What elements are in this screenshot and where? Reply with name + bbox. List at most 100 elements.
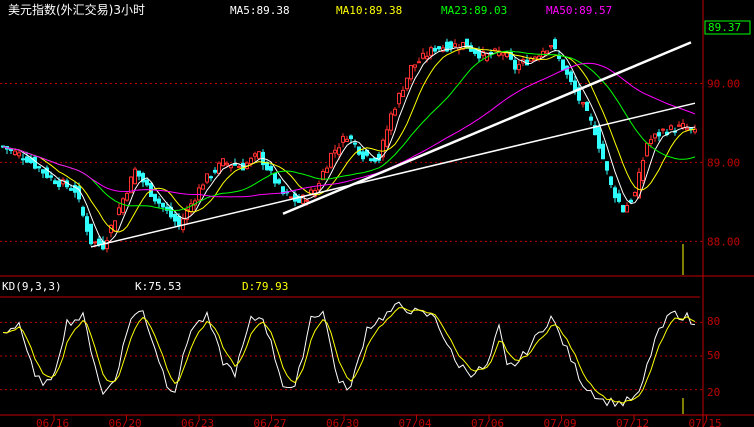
candle-body	[613, 187, 617, 199]
moving-averages	[2, 45, 696, 245]
candle-body	[649, 139, 653, 144]
candle-body	[157, 198, 161, 204]
candle-body	[289, 196, 293, 199]
candle-body	[49, 175, 53, 178]
candle-body	[177, 215, 181, 226]
candle-body	[37, 166, 41, 169]
candle-body	[421, 52, 425, 59]
ma5-line	[2, 45, 696, 245]
candle-body	[333, 149, 337, 154]
kd-k-line	[2, 301, 696, 408]
candle-body	[493, 48, 497, 51]
candle-body	[633, 192, 637, 197]
candle-body	[401, 89, 405, 98]
candle-body	[437, 46, 441, 50]
candle-body	[105, 240, 109, 250]
candle-body	[517, 64, 521, 71]
candle-body	[657, 132, 661, 137]
candle-body	[221, 158, 225, 167]
candle-body	[589, 116, 593, 121]
candle-body	[85, 216, 89, 232]
date-tick-label: 06/20	[109, 417, 142, 427]
candle-body	[341, 135, 345, 143]
ma23-readout: MA23:89.03	[441, 4, 507, 17]
chart-window: 美元指数(外汇交易)3小时 MA5:89.38 MA10:89.38 MA23:…	[0, 0, 754, 427]
date-tick-label: 06/16	[36, 417, 69, 427]
chart-canvas: 美元指数(外汇交易)3小时 MA5:89.38 MA10:89.38 MA23:…	[0, 0, 754, 427]
kd-tick-label: 20	[707, 386, 720, 399]
trendline	[282, 41, 692, 215]
candle-body	[393, 108, 397, 116]
candle-body	[53, 180, 57, 185]
price-tick-label: 90.00	[707, 77, 740, 90]
candle-body	[549, 45, 553, 48]
candle-body	[241, 162, 245, 171]
date-tick-label: 06/30	[326, 417, 359, 427]
candle-body	[325, 167, 329, 173]
candle-body	[329, 152, 333, 168]
candle-body	[265, 162, 269, 171]
candle-body	[573, 80, 577, 92]
candle-body	[681, 123, 685, 129]
candle-body	[145, 179, 149, 186]
candle-body	[253, 153, 257, 157]
kd-tick-label: 80	[707, 315, 720, 328]
candle-body	[409, 65, 413, 80]
candle-body	[133, 168, 137, 185]
date-tick-label: 07/15	[689, 417, 722, 427]
candle-body	[249, 157, 253, 164]
candle-body	[257, 151, 261, 159]
date-tick-label: 07/09	[544, 417, 577, 427]
candle-body	[565, 65, 569, 75]
candle-body	[345, 138, 349, 143]
kd-tick-label: 50	[707, 349, 720, 362]
candle-body	[317, 183, 321, 191]
candle-body	[25, 156, 29, 163]
candle-body	[217, 162, 221, 174]
date-tick-label: 07/12	[616, 417, 649, 427]
candle-body	[629, 199, 633, 203]
candle-body	[561, 59, 565, 71]
candle-body	[465, 38, 469, 49]
candle-body	[201, 184, 205, 190]
candle-body	[17, 152, 21, 157]
candle-body	[449, 41, 453, 49]
date-tick-label: 07/06	[471, 417, 504, 427]
candle-body	[237, 165, 241, 168]
candle-body	[605, 161, 609, 171]
price-tick-label: 88.00	[707, 235, 740, 248]
candle-body	[413, 64, 417, 68]
date-tick-label: 07/04	[399, 417, 432, 427]
ma50-readout: MA50:89.57	[546, 4, 612, 17]
candle-body	[361, 151, 365, 160]
candle-body	[305, 199, 309, 202]
candle-body	[93, 241, 97, 244]
candle-body	[425, 55, 429, 60]
candle-body	[129, 176, 133, 194]
candle-body	[433, 47, 437, 52]
candle-body	[545, 50, 549, 54]
candle-body	[161, 202, 165, 208]
candle-body	[213, 169, 217, 173]
candle-body	[117, 207, 121, 216]
candle-body	[621, 204, 625, 213]
candle-body	[209, 176, 213, 179]
candle-body	[9, 148, 13, 151]
candle-body	[125, 192, 129, 201]
date-tick-label: 06/23	[181, 417, 214, 427]
kd-title: KD(9,3,3)	[2, 280, 62, 293]
candle-body	[553, 39, 557, 50]
candle-body	[661, 128, 665, 131]
candle-body	[417, 61, 421, 64]
candle-body	[225, 162, 229, 166]
candle-body	[501, 52, 505, 56]
candle-body	[601, 143, 605, 160]
ma10-readout: MA10:89.38	[336, 4, 402, 17]
candle-body	[21, 158, 25, 161]
candle-body	[353, 142, 357, 145]
candle-body	[385, 129, 389, 147]
date-tick-label: 06/27	[254, 417, 287, 427]
candle-body	[33, 156, 37, 169]
candle-body	[337, 147, 341, 155]
candle-body	[405, 77, 409, 90]
